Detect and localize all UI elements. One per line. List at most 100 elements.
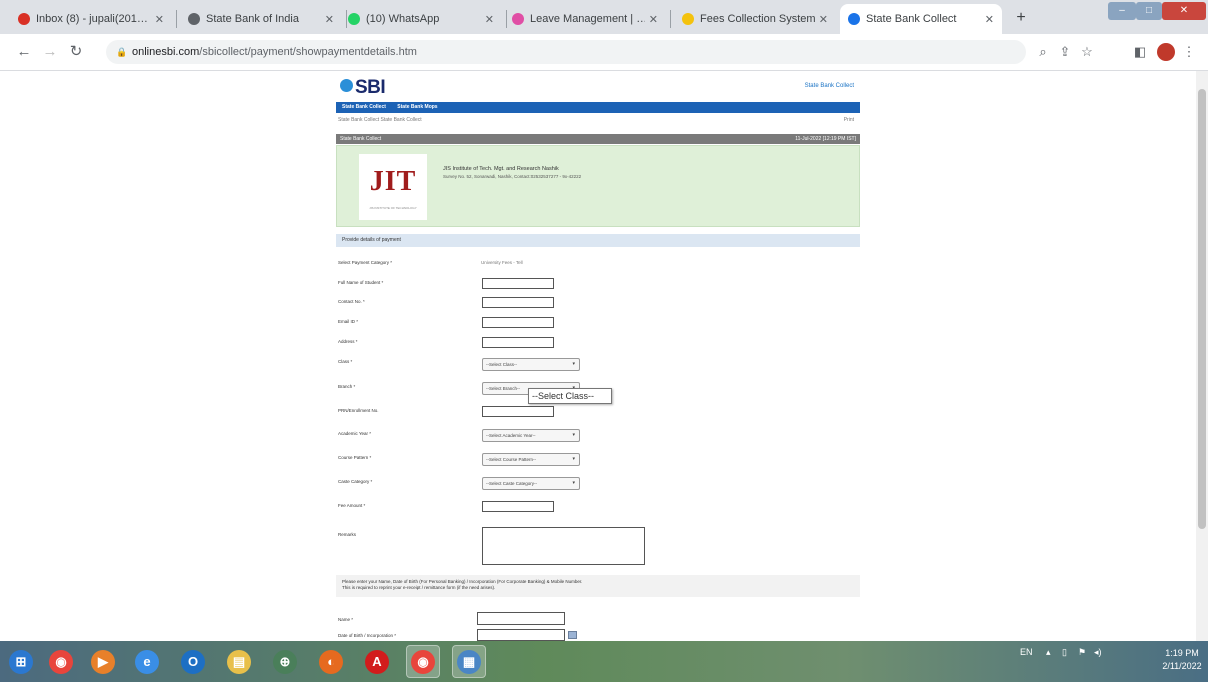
- firefox-icon: ◐: [319, 649, 343, 674]
- close-window-button[interactable]: ✕: [1162, 2, 1206, 20]
- section-title-bar: State Bank Collect 11-Jul-2022 [12:19 PM…: [336, 134, 860, 144]
- remarks-textarea[interactable]: [482, 527, 645, 565]
- close-tab-icon[interactable]: ✕: [325, 13, 334, 26]
- field-label: Email ID *: [338, 319, 359, 324]
- system-clock[interactable]: 1:19 PM 2/11/2022: [1160, 647, 1204, 673]
- class-select[interactable]: --Select Class-- ▾: [482, 358, 580, 371]
- form-section-heading: Provide details of payment: [336, 234, 860, 247]
- nav-item[interactable]: State Bank Mops: [397, 104, 437, 110]
- reload-button[interactable]: ↻: [66, 42, 86, 62]
- payment-category-value: University Fees - Tell: [481, 260, 523, 265]
- browser-tab[interactable]: State Bank of India ✕: [180, 4, 342, 34]
- browser-tab[interactable]: (10) WhatsApp ✕: [340, 4, 502, 34]
- section-title: State Bank Collect: [340, 136, 382, 142]
- academic-year-select[interactable]: --Select Academic Year-- ▾: [482, 429, 580, 442]
- contact-number-input[interactable]: [482, 297, 554, 308]
- student-name-input[interactable]: [482, 278, 554, 289]
- close-tab-icon[interactable]: ✕: [485, 13, 494, 26]
- close-tab-icon[interactable]: ✕: [985, 13, 994, 26]
- sbi-logo: SBI: [340, 77, 386, 99]
- close-tab-icon[interactable]: ✕: [649, 13, 658, 26]
- note-line: This is required to reprint your e-recei…: [342, 585, 496, 590]
- institute-logo: JIT JIS INSTITUTE OF TECHNOLOGY: [359, 154, 427, 220]
- share-icon[interactable]: ⇪: [1056, 43, 1074, 61]
- side-panel-icon[interactable]: ◧: [1131, 43, 1149, 61]
- bookmark-star-icon[interactable]: ☆: [1078, 43, 1096, 61]
- field-label: Course Pattern *: [338, 455, 372, 460]
- minimize-button[interactable]: –: [1108, 2, 1136, 20]
- institute-panel: JIT JIS INSTITUTE OF TECHNOLOGY JIS Inst…: [336, 145, 860, 227]
- chrome-icon: ◉: [49, 649, 73, 674]
- reprint-note: Please enter your Name, Date of Birth (F…: [336, 575, 860, 597]
- media-player-icon: ▶: [91, 649, 115, 674]
- close-tab-icon[interactable]: ✕: [155, 13, 164, 26]
- top-link[interactable]: State Bank Collect: [805, 83, 854, 89]
- field-label: Select Payment Category *: [338, 260, 393, 265]
- field-label: Name *: [338, 617, 354, 622]
- file-explorer-icon: ▤: [227, 649, 251, 674]
- chevron-down-icon: ▾: [572, 361, 575, 367]
- menu-icon[interactable]: ⋮: [1180, 43, 1198, 61]
- volume-tray-icon[interactable]: ◂): [1094, 647, 1102, 658]
- taskbar-button[interactable]: ▦: [452, 645, 486, 678]
- taskbar-button[interactable]: ▤: [222, 645, 256, 678]
- print-link[interactable]: Print: [844, 115, 854, 125]
- tray-up-arrow-icon[interactable]: ▴: [1046, 647, 1051, 658]
- network-icon: ⊕: [273, 649, 297, 674]
- reprint-name-input[interactable]: [477, 612, 565, 625]
- new-tab-button[interactable]: +: [1010, 8, 1032, 28]
- browser-tab[interactable]: State Bank Collect ✕: [840, 4, 1002, 34]
- chevron-down-icon: ▾: [572, 480, 575, 486]
- zoom-icon[interactable]: ⌕: [1034, 43, 1052, 61]
- address-bar[interactable]: 🔒 onlinesbi.com/sbicollect/payment/showp…: [106, 40, 1026, 64]
- acrobat-icon: A: [365, 649, 389, 674]
- tab-separator: [176, 10, 177, 28]
- taskbar-button[interactable]: ◉: [406, 645, 440, 678]
- taskbar-button[interactable]: ⊕: [268, 645, 302, 678]
- calendar-icon[interactable]: [568, 631, 577, 639]
- fees-icon: [682, 13, 694, 25]
- leave-icon: [512, 13, 524, 25]
- taskbar-button[interactable]: ◉: [44, 645, 78, 678]
- page-viewport: SBI State Bank Collect State Bank Collec…: [0, 71, 1196, 641]
- browser-tab[interactable]: Fees Collection System ✕: [674, 4, 836, 34]
- lock-icon: 🔒: [116, 47, 128, 57]
- nav-item[interactable]: State Bank Collect: [342, 104, 386, 110]
- field-label: Fee Amount *: [338, 503, 366, 508]
- vertical-scrollbar[interactable]: [1196, 71, 1208, 641]
- url-host: onlinesbi.com: [132, 46, 200, 58]
- field-label: Academic Year *: [338, 431, 372, 436]
- dob-input[interactable]: [477, 629, 565, 641]
- windows-taskbar: ⊞ ◉ ▶ e O ▤ ⊕ ◐ A ◉ ▦ EN ▴ ▯ ⚑ ◂) 1:19 PM 2/11/202…: [0, 641, 1208, 682]
- fee-amount-input[interactable]: [482, 501, 554, 512]
- taskbar-button[interactable]: A: [360, 645, 394, 678]
- main-nav: State Bank Collect State Bank Mops: [336, 102, 860, 113]
- browser-tab-strip: Inbox (8) - jupali(201… ✕ State Bank of In…: [0, 0, 1208, 34]
- clock-time: 1:19 PM: [1165, 648, 1199, 658]
- browser-tab[interactable]: Inbox (8) - jupali(201… ✕: [10, 4, 172, 34]
- breadcrumb-text[interactable]: State Bank Collect State Bank Collect: [338, 117, 422, 123]
- forward-button[interactable]: →: [40, 42, 60, 62]
- flag-tray-icon[interactable]: ⚑: [1078, 647, 1086, 658]
- taskbar-button[interactable]: O: [176, 645, 210, 678]
- address-input[interactable]: [482, 337, 554, 348]
- taskbar-button[interactable]: ▶: [86, 645, 120, 678]
- maximize-button[interactable]: □: [1136, 2, 1162, 20]
- taskbar-button[interactable]: ◐: [314, 645, 348, 678]
- taskbar-button[interactable]: e: [130, 645, 164, 678]
- breadcrumb: State Bank Collect State Bank Collect Pr…: [336, 115, 860, 125]
- network-tray-icon[interactable]: ▯: [1062, 647, 1067, 658]
- email-input[interactable]: [482, 317, 554, 328]
- scrollbar-thumb[interactable]: [1198, 89, 1206, 529]
- prn-input[interactable]: [482, 406, 554, 417]
- profile-avatar[interactable]: [1157, 43, 1175, 61]
- browser-tab[interactable]: Leave Management | … ✕: [504, 4, 666, 34]
- course-pattern-select[interactable]: --Select Course Pattern-- ▾: [482, 453, 580, 466]
- taskbar-button[interactable]: ⊞: [4, 645, 38, 678]
- language-indicator[interactable]: EN: [1020, 647, 1033, 657]
- sbi-collect-page: SBI State Bank Collect State Bank Collec…: [334, 71, 860, 641]
- outlook-icon: O: [181, 649, 205, 674]
- back-button[interactable]: ←: [14, 42, 34, 62]
- caste-category-select[interactable]: --Select Caste Category-- ▾: [482, 477, 580, 490]
- close-tab-icon[interactable]: ✕: [819, 13, 828, 26]
